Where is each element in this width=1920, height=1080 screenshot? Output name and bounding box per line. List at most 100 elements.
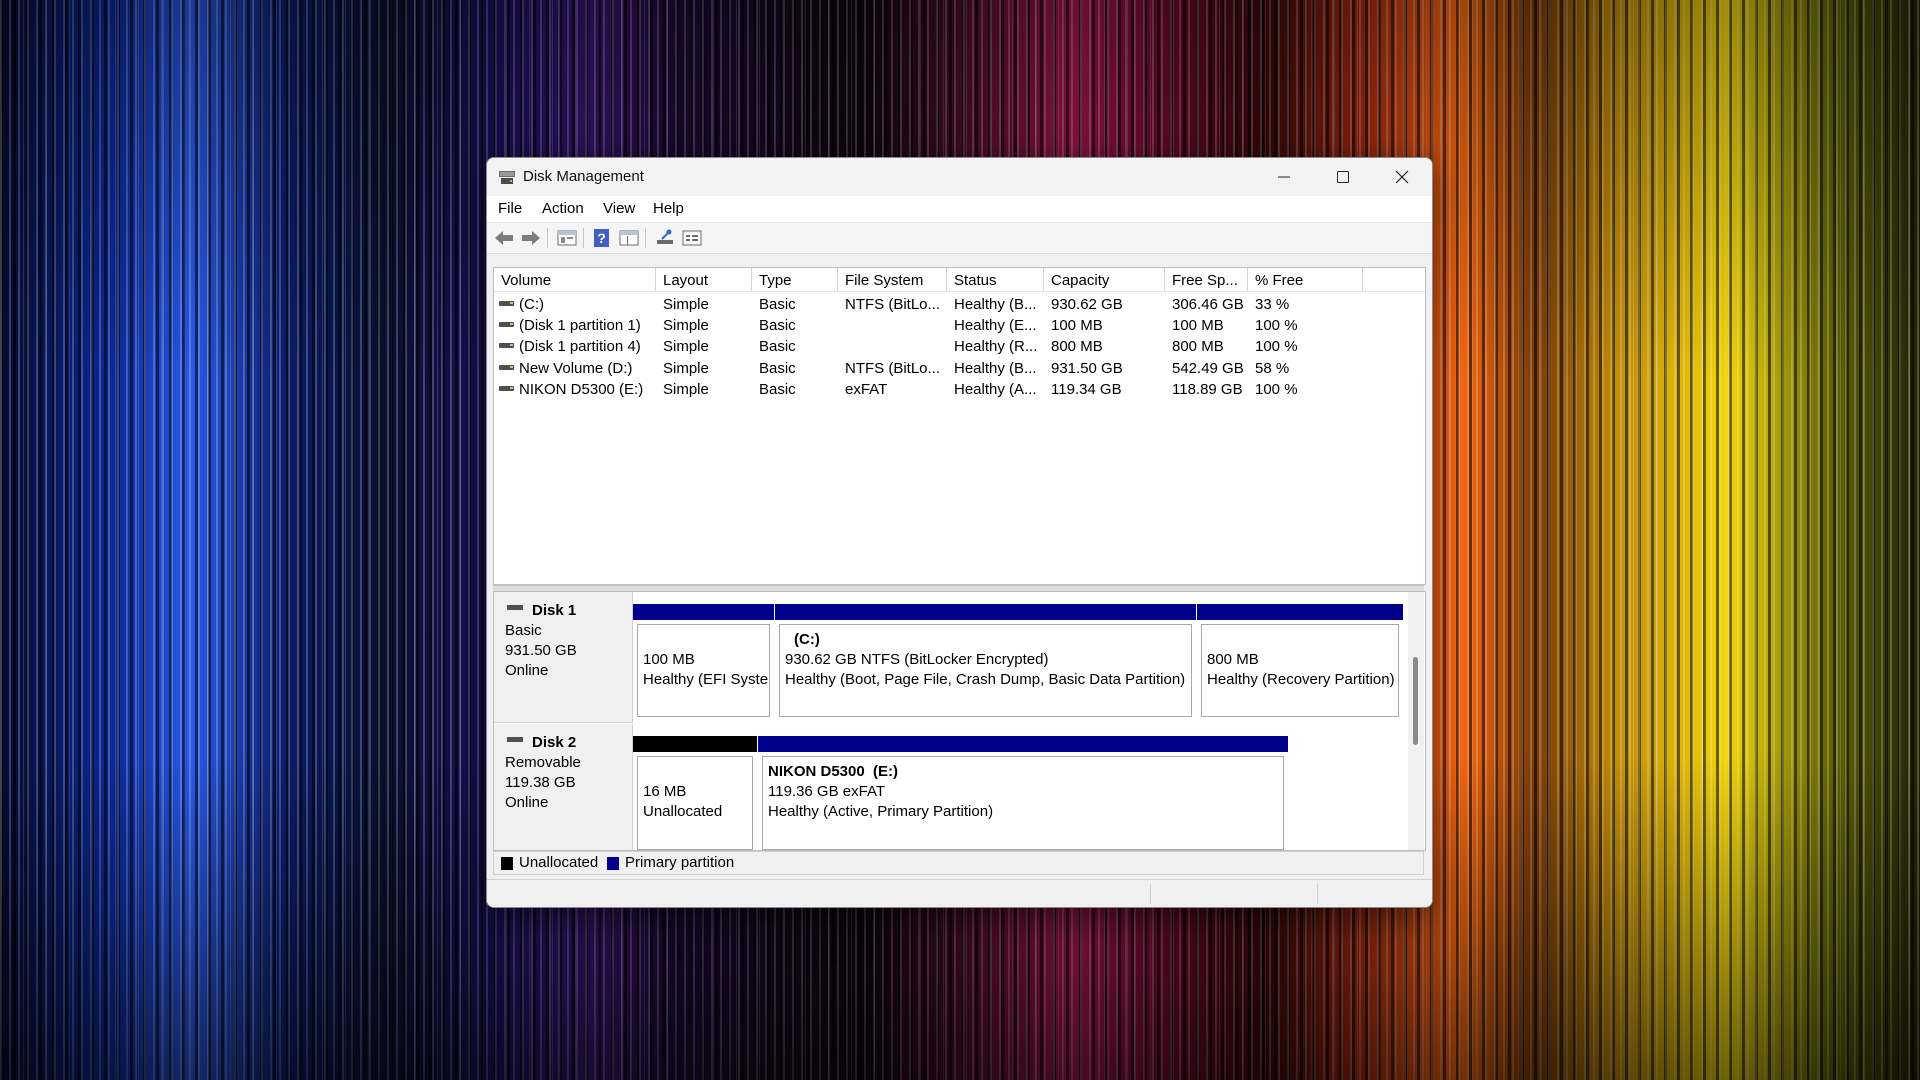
partition-title: (C:) — [794, 631, 820, 648]
partition-size: 100 MB — [643, 651, 695, 668]
disk-size: 119.38 GB — [505, 774, 576, 791]
cell-free-space: 542.49 GB — [1172, 360, 1244, 377]
disk-icon — [507, 737, 523, 742]
partition-status: Healthy (Recovery Partition) — [1207, 671, 1395, 688]
cell-free-space: 800 MB — [1172, 338, 1224, 355]
column-header-free-space[interactable]: Free Sp... — [1165, 268, 1248, 291]
volume-icon — [499, 386, 514, 391]
partition-status: Healthy (EFI System Partition) — [643, 671, 769, 688]
toolbar-separator — [547, 228, 548, 248]
table-row[interactable]: New Volume (D:) Simple Basic NTFS (BitLo… — [494, 358, 1425, 379]
cell-capacity: 931.50 GB — [1051, 360, 1123, 377]
cell-status: Healthy (E... — [954, 317, 1037, 334]
partition-c-drive[interactable]: (C:) 930.62 GB NTFS (BitLocker Encrypted… — [775, 604, 1196, 721]
cell-percent-free: 33 % — [1255, 296, 1290, 313]
menu-file[interactable]: File — [498, 200, 522, 217]
cell-file-system: NTFS (BitLo... — [845, 296, 941, 313]
disk-icon — [507, 605, 523, 610]
status-pane-divider — [1150, 884, 1151, 904]
cell-status: Healthy (B... — [954, 296, 1037, 313]
table-row[interactable]: (Disk 1 partition 1) Simple Basic Health… — [494, 315, 1425, 336]
cell-capacity: 800 MB — [1051, 338, 1103, 355]
back-icon[interactable] — [493, 228, 515, 248]
legend-label-unallocated: Unallocated — [519, 854, 599, 871]
scrollbar-thumb[interactable] — [1413, 657, 1418, 745]
cell-layout: Simple — [663, 296, 709, 313]
partition-size: 800 MB — [1207, 651, 1259, 668]
disk-management-app-icon — [499, 171, 515, 184]
disk-type: Basic — [505, 622, 542, 639]
column-header-status[interactable]: Status — [947, 268, 1044, 291]
partition-efi[interactable]: 100 MB Healthy (EFI System Partition) — [633, 604, 774, 721]
title-bar[interactable]: Disk Management — [487, 158, 1432, 196]
partition-title: NIKON D5300 (E:) — [768, 763, 899, 780]
cell-volume: (C:) — [519, 296, 544, 313]
vertical-scrollbar[interactable] — [1408, 592, 1424, 850]
cell-status: Healthy (B... — [954, 360, 1037, 377]
cell-type: Basic — [759, 317, 796, 334]
toolbar-separator — [583, 228, 584, 248]
volume-icon — [499, 322, 514, 327]
disk-graphical-view: Disk 1 Basic 931.50 GB Online 100 MB Hea… — [493, 591, 1426, 851]
window-title: Disk Management — [523, 168, 644, 185]
column-header-percent-free[interactable]: % Free — [1248, 268, 1363, 291]
column-header-capacity[interactable]: Capacity — [1044, 268, 1165, 291]
rescan-disks-icon[interactable] — [654, 228, 676, 248]
settings-icon[interactable] — [681, 228, 703, 248]
properties-icon[interactable] — [556, 228, 578, 248]
toolbar: ? — [487, 223, 1432, 254]
cell-percent-free: 100 % — [1255, 338, 1298, 355]
disk-size: 931.50 GB — [505, 642, 577, 659]
column-header-layout[interactable]: Layout — [656, 268, 752, 291]
forward-icon[interactable] — [520, 228, 542, 248]
partition-e-drive[interactable]: NIKON D5300 (E:) 119.36 GB exFAT Healthy… — [758, 736, 1288, 850]
primary-partition-swatch — [607, 857, 619, 870]
cell-file-system: NTFS (BitLo... — [845, 360, 941, 377]
minimize-icon — [1278, 176, 1290, 178]
volume-icon — [499, 343, 514, 348]
menu-help[interactable]: Help — [653, 200, 684, 217]
partition-status: Healthy (Active, Primary Partition) — [768, 803, 994, 820]
cell-capacity: 119.34 GB — [1051, 381, 1122, 398]
disk-2-info[interactable]: Disk 2 Removable 119.38 GB Online — [494, 724, 633, 850]
volume-icon — [499, 301, 514, 306]
close-icon — [1395, 170, 1409, 184]
disk-name: Disk 2 — [532, 734, 577, 751]
console-tree-icon[interactable] — [618, 228, 640, 248]
unallocated-swatch — [501, 857, 513, 870]
cell-volume: (Disk 1 partition 4) — [519, 338, 641, 355]
column-header-type[interactable]: Type — [752, 268, 838, 291]
partition-color-bar — [758, 736, 1288, 752]
minimize-button[interactable] — [1255, 158, 1313, 196]
column-header-volume[interactable]: Volume — [494, 268, 656, 291]
cell-layout: Simple — [663, 338, 709, 355]
table-row[interactable]: NIKON D5300 (E:) Simple Basic exFAT Heal… — [494, 379, 1425, 400]
cell-file-system: exFAT — [845, 381, 888, 398]
cell-layout: Simple — [663, 317, 709, 334]
disk-state: Online — [505, 794, 549, 811]
partition-size: 119.36 GB exFAT — [768, 783, 886, 800]
partition-unallocated[interactable]: 16 MB Unallocated — [633, 736, 757, 850]
cell-capacity: 100 MB — [1051, 317, 1103, 334]
table-row[interactable]: (C:) Simple Basic NTFS (BitLo... Healthy… — [494, 294, 1425, 315]
help-icon[interactable]: ? — [591, 228, 613, 248]
maximize-icon — [1337, 171, 1349, 183]
cell-type: Basic — [759, 360, 796, 377]
table-row[interactable]: (Disk 1 partition 4) Simple Basic Health… — [494, 336, 1425, 357]
menu-action[interactable]: Action — [542, 200, 584, 217]
disk-name: Disk 1 — [532, 602, 577, 619]
column-header-file-system[interactable]: File System — [838, 268, 947, 291]
cell-volume: (Disk 1 partition 1) — [519, 317, 641, 334]
status-pane-divider — [1317, 884, 1318, 904]
partition-color-bar — [633, 736, 757, 752]
close-button[interactable] — [1373, 158, 1431, 196]
partition-size: 930.62 GB NTFS (BitLocker Encrypted) — [785, 651, 1049, 668]
status-bar — [487, 879, 1432, 907]
svg-text:?: ? — [597, 230, 606, 246]
maximize-button[interactable] — [1314, 158, 1372, 196]
menu-view[interactable]: View — [603, 200, 635, 217]
partition-recovery[interactable]: 800 MB Healthy (Recovery Partition) — [1197, 604, 1403, 721]
disk-state: Online — [505, 662, 549, 679]
disk-1-info[interactable]: Disk 1 Basic 931.50 GB Online — [494, 592, 633, 723]
cell-layout: Simple — [663, 360, 709, 377]
